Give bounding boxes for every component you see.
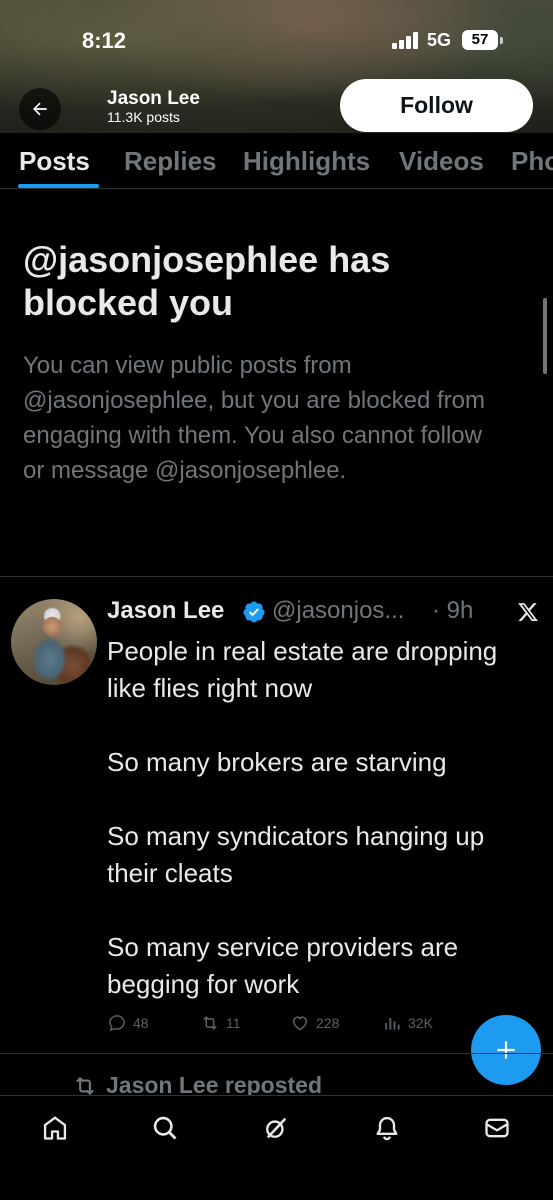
nav-home[interactable] bbox=[39, 1112, 71, 1144]
top-nav: Jason Lee 11.3K posts Follow bbox=[0, 78, 553, 134]
bottom-nav bbox=[0, 1095, 553, 1200]
repost-button[interactable]: 11 bbox=[200, 1013, 241, 1033]
views-count: 32K bbox=[408, 1015, 433, 1031]
nav-messages[interactable] bbox=[481, 1112, 513, 1144]
like-count: 228 bbox=[316, 1015, 340, 1031]
nav-search[interactable] bbox=[149, 1112, 181, 1144]
plus-icon bbox=[497, 1041, 515, 1059]
search-icon bbox=[153, 1116, 177, 1140]
status-time: 8:12 bbox=[82, 28, 127, 53]
grok-icon bbox=[266, 1117, 287, 1139]
battery-icon: 57 bbox=[462, 30, 498, 50]
bell-icon bbox=[376, 1116, 398, 1141]
tweet-paragraph: People in real estate are dropping like … bbox=[107, 636, 498, 703]
tab-highlights[interactable]: Highlights bbox=[243, 146, 370, 177]
home-icon bbox=[43, 1116, 67, 1140]
tab-replies[interactable]: Replies bbox=[124, 146, 217, 177]
nav-grok[interactable] bbox=[260, 1112, 292, 1144]
blocked-description: You can view public posts from @jasonjos… bbox=[23, 352, 485, 484]
signal-icon bbox=[392, 32, 420, 49]
repost-icon bbox=[203, 1016, 217, 1030]
repost-count: 11 bbox=[226, 1015, 241, 1031]
tweet-paragraph: So many service providers are begging fo… bbox=[107, 932, 459, 999]
divider bbox=[0, 1053, 553, 1054]
back-button[interactable] bbox=[19, 88, 61, 130]
reply-count: 48 bbox=[133, 1015, 149, 1031]
like-button[interactable]: 228 bbox=[290, 1013, 339, 1033]
status-bar: 8:12 5G 57 bbox=[0, 0, 553, 80]
active-tab-indicator bbox=[18, 184, 99, 188]
tweet-paragraph: So many syndicators hanging up their cle… bbox=[107, 821, 485, 888]
mail-icon bbox=[485, 1118, 509, 1138]
compose-button[interactable] bbox=[471, 1015, 541, 1085]
verified-badge-icon bbox=[243, 601, 265, 623]
scrollbar[interactable] bbox=[543, 298, 547, 374]
nav-notifications[interactable] bbox=[371, 1112, 403, 1144]
reply-button[interactable]: 48 bbox=[107, 1013, 149, 1033]
network-label: 5G bbox=[427, 30, 452, 50]
views-button[interactable]: 32K bbox=[382, 1013, 433, 1033]
tweet-actions: 48 11 228 32K bbox=[0, 1013, 553, 1039]
tab-videos[interactable]: Videos bbox=[399, 146, 484, 177]
battery-tip bbox=[500, 37, 503, 44]
divider bbox=[0, 576, 553, 577]
post-count: 11.3K posts bbox=[107, 109, 180, 125]
avatar[interactable] bbox=[11, 599, 97, 685]
arrow-left-icon bbox=[33, 102, 47, 116]
tab-photos[interactable]: Pho bbox=[511, 146, 553, 177]
tweet-timestamp[interactable]: · 9h bbox=[432, 597, 473, 625]
tweet-paragraph: So many brokers are starving bbox=[107, 747, 447, 777]
profile-tabs: Posts Replies Highlights Videos Pho bbox=[0, 134, 553, 189]
tweet-author-name[interactable]: Jason Lee bbox=[107, 597, 224, 625]
reply-icon bbox=[109, 1015, 125, 1032]
profile-name: Jason Lee bbox=[107, 88, 200, 109]
follow-button[interactable]: Follow bbox=[340, 79, 533, 132]
blocked-title: @jasonjosephlee has blocked you bbox=[23, 239, 391, 323]
tweet-handle[interactable]: @jasonjos... bbox=[272, 597, 404, 625]
x-logo-icon bbox=[518, 603, 538, 621]
views-icon bbox=[385, 1018, 400, 1030]
heart-icon bbox=[292, 1016, 308, 1031]
tweet-text[interactable]: People in real estate are dropping like … bbox=[107, 633, 537, 1040]
tab-posts[interactable]: Posts bbox=[19, 146, 90, 177]
